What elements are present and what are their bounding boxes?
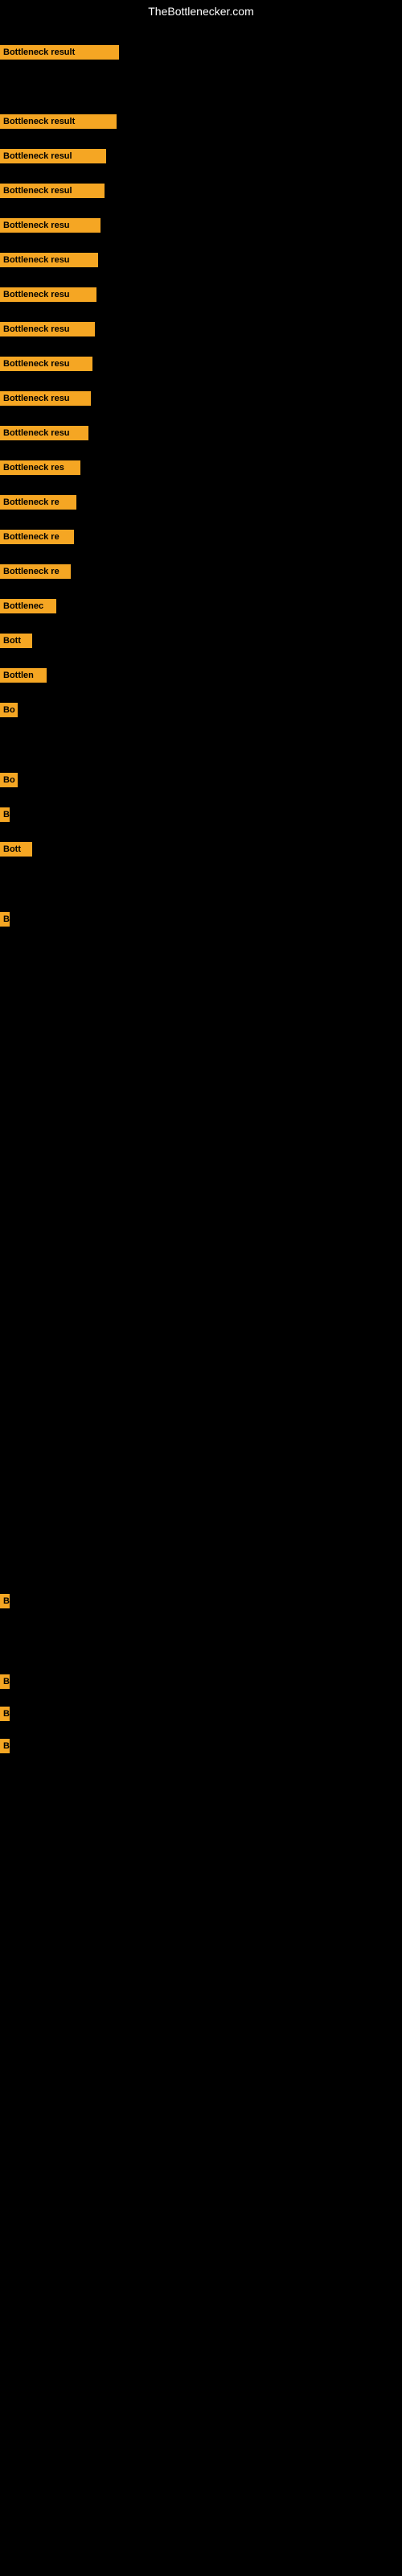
bottleneck-bar-22: Bott [0, 842, 32, 857]
bottleneck-bar-15: Bottleneck re [0, 564, 71, 579]
bottleneck-bar-1: Bottleneck result [0, 45, 119, 60]
bottleneck-bar-23: B [0, 912, 10, 927]
bottleneck-bar-19: Bo [0, 703, 18, 717]
bottleneck-bar-8: Bottleneck resu [0, 322, 95, 336]
bottleneck-bar-6: Bottleneck resu [0, 253, 98, 267]
bottleneck-bar-11: Bottleneck resu [0, 426, 88, 440]
bottleneck-bar-26: B [0, 1707, 10, 1721]
bottleneck-bar-17: Bott [0, 634, 32, 648]
bottleneck-bar-10: Bottleneck resu [0, 391, 91, 406]
bottleneck-bar-25: B [0, 1674, 10, 1689]
site-title: TheBottlenecker.com [0, 0, 402, 23]
bottleneck-bar-18: Bottlen [0, 668, 47, 683]
bottleneck-bar-24: B [0, 1594, 10, 1608]
bottleneck-bar-27: B [0, 1739, 10, 1753]
bottleneck-bar-20: Bo [0, 773, 18, 787]
bottleneck-bar-16: Bottlenec [0, 599, 56, 613]
bottleneck-bar-12: Bottleneck res [0, 460, 80, 475]
bottleneck-bar-14: Bottleneck re [0, 530, 74, 544]
bottleneck-bar-4: Bottleneck resul [0, 184, 105, 198]
bottleneck-bar-21: B [0, 807, 10, 822]
bottleneck-bar-9: Bottleneck resu [0, 357, 92, 371]
bottleneck-bar-13: Bottleneck re [0, 495, 76, 510]
bottleneck-bar-3: Bottleneck resul [0, 149, 106, 163]
bottleneck-bar-7: Bottleneck resu [0, 287, 96, 302]
bottleneck-bar-5: Bottleneck resu [0, 218, 100, 233]
bottleneck-bar-2: Bottleneck result [0, 114, 117, 129]
